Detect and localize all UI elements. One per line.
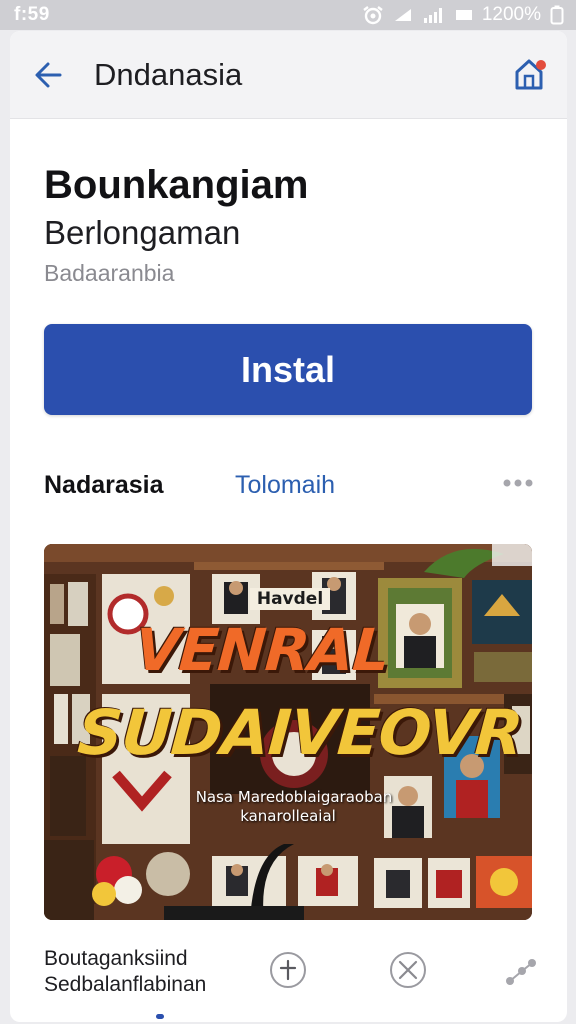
scroll-indicator (156, 1014, 164, 1019)
battery-text: 1200% (481, 4, 541, 25)
screenshot-banner-line-1: VENRAL (132, 616, 392, 684)
bottom-title-line-2: Sedbalanflabinan (44, 973, 207, 996)
back-arrow-icon[interactable] (30, 55, 70, 95)
tab-details-link[interactable]: Tolomaih (235, 471, 335, 500)
app-bar: Dndanasia (10, 31, 567, 119)
app-category: Badaaranbia (44, 260, 175, 286)
screenshot-sign: Havdel (250, 588, 330, 610)
status-time: f:59 (14, 4, 50, 25)
tab-overview[interactable]: Nadarasia (44, 471, 164, 500)
close-circle-icon[interactable] (388, 950, 428, 990)
alarm-icon (363, 6, 383, 25)
battery-icon (550, 5, 564, 25)
bottom-title-line-1: Boutaganksiind (44, 947, 188, 970)
app-bar-title: Dndanasia (94, 57, 243, 92)
app-title: Bounkangiam (44, 163, 309, 207)
battery-bar-icon (455, 10, 472, 20)
home-icon[interactable] (510, 55, 548, 93)
app-developer[interactable]: Berlongaman (44, 214, 240, 252)
signal-icon (423, 8, 442, 23)
screenshot-caption-line-1: Nasa Maredoblaigaraoban (195, 788, 393, 806)
screenshot-caption-line-2: kanarolleaial (240, 807, 336, 825)
status-bar: f:59 1200% (0, 0, 576, 30)
more-horizontal-icon[interactable] (500, 471, 536, 495)
screenshot-banner-line-2: SUDAIVEOVR (75, 696, 525, 769)
install-button[interactable]: Instal (44, 324, 532, 415)
notification-dot (536, 60, 546, 70)
share-icon[interactable] (502, 953, 542, 993)
wifi-icon (394, 9, 411, 21)
status-icons: 1200% (362, 4, 564, 26)
app-screenshot[interactable]: Havdel VENRAL SUDAIVEOVR Nasa Maredoblai… (44, 544, 532, 920)
app-detail-card: Dndanasia Bounkangiam Berlongaman Badaar… (10, 31, 567, 1022)
add-icon[interactable] (268, 950, 308, 990)
